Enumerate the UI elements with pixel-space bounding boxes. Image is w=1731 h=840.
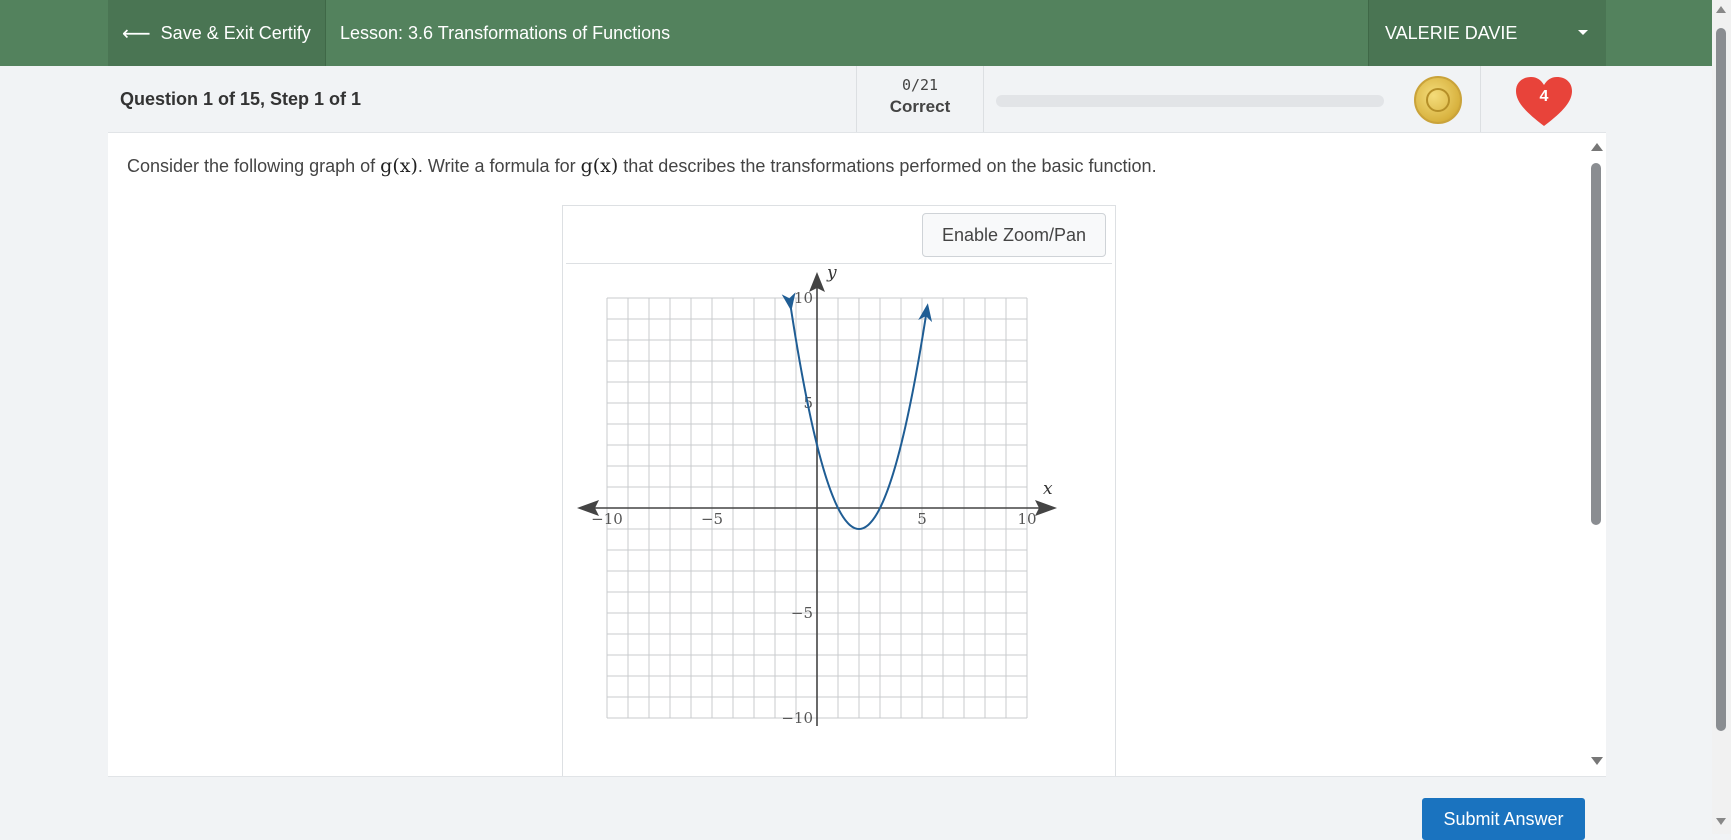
prompt-text-1: Consider the following graph of <box>127 156 381 176</box>
question-content: Consider the following graph of g(x). Wr… <box>108 133 1606 776</box>
page-scroll-up-icon[interactable] <box>1716 6 1726 13</box>
user-name: VALERIE DAVIE <box>1385 22 1518 43</box>
top-nav-bar: ⟵ Save & Exit Certify Lesson: 3.6 Transf… <box>0 0 1712 66</box>
score-count: 0/21 <box>901 76 939 94</box>
caret-down-icon <box>1578 30 1588 35</box>
scroll-up-icon[interactable] <box>1591 143 1603 151</box>
question-prompt: Consider the following graph of g(x). Wr… <box>127 155 1157 177</box>
prompt-text-2: . Write a formula for <box>417 156 581 176</box>
arrow-left-icon: ⟵ <box>122 22 151 45</box>
page-scroll-thumb[interactable] <box>1716 28 1726 731</box>
prompt-math-1: g(x) <box>380 155 418 177</box>
panel-divider <box>566 263 1112 264</box>
progress-bar <box>996 95 1384 107</box>
x-tick-label: 5 <box>917 510 927 528</box>
graph-panel: Enable Zoom/Pan x y −10 −5 5 10 10 5 −5 −10 <box>562 205 1116 776</box>
coin-icon[interactable] <box>1414 76 1462 124</box>
coin-emblem <box>1426 88 1450 112</box>
y-tick-label: 10 <box>794 289 813 307</box>
save-exit-label: Save & Exit Certify <box>160 22 311 43</box>
y-tick-label: −10 <box>781 709 813 727</box>
graph-plot: xy−10 −5 5 10105−5−10 <box>577 266 1057 727</box>
x-tick-label: −5 <box>701 510 723 528</box>
prompt-math-2: g(x) <box>580 155 619 177</box>
page-scroll-down-icon[interactable] <box>1716 818 1726 825</box>
lesson-title: Lesson: 3.6 Transformations of Functions <box>340 22 671 43</box>
score-box: 0/21 Correct <box>856 66 984 132</box>
footer-bar: Submit Answer <box>108 776 1606 840</box>
question-label: Question 1 of 15, Step 1 of 1 <box>120 88 362 109</box>
enable-zoom-pan-button[interactable]: Enable Zoom/Pan <box>922 213 1106 257</box>
prompt-text-3: that describes the transformations perfo… <box>618 156 1157 176</box>
question-status-bar: Question 1 of 15, Step 1 of 1 0/21 Corre… <box>108 66 1606 133</box>
y-tick-label: −5 <box>791 604 813 622</box>
score-label: Correct <box>889 97 951 116</box>
y-axis-label: y <box>826 266 837 283</box>
user-menu-button[interactable]: VALERIE DAVIE <box>1368 0 1606 66</box>
page-scrollbar[interactable] <box>1712 0 1731 834</box>
x-axis-label: x <box>1043 479 1053 499</box>
save-exit-button[interactable]: ⟵ Save & Exit Certify <box>108 0 326 66</box>
status-divider <box>1480 66 1481 132</box>
content-scrollbar[interactable] <box>1586 143 1606 765</box>
scroll-thumb[interactable] <box>1591 163 1601 525</box>
hearts-badge[interactable]: 4 <box>1514 76 1574 128</box>
x-tick-label: 10 <box>1017 510 1036 528</box>
scroll-down-icon[interactable] <box>1591 757 1603 765</box>
x-tick-label: −10 <box>591 510 623 528</box>
hearts-count: 4 <box>1539 88 1549 105</box>
